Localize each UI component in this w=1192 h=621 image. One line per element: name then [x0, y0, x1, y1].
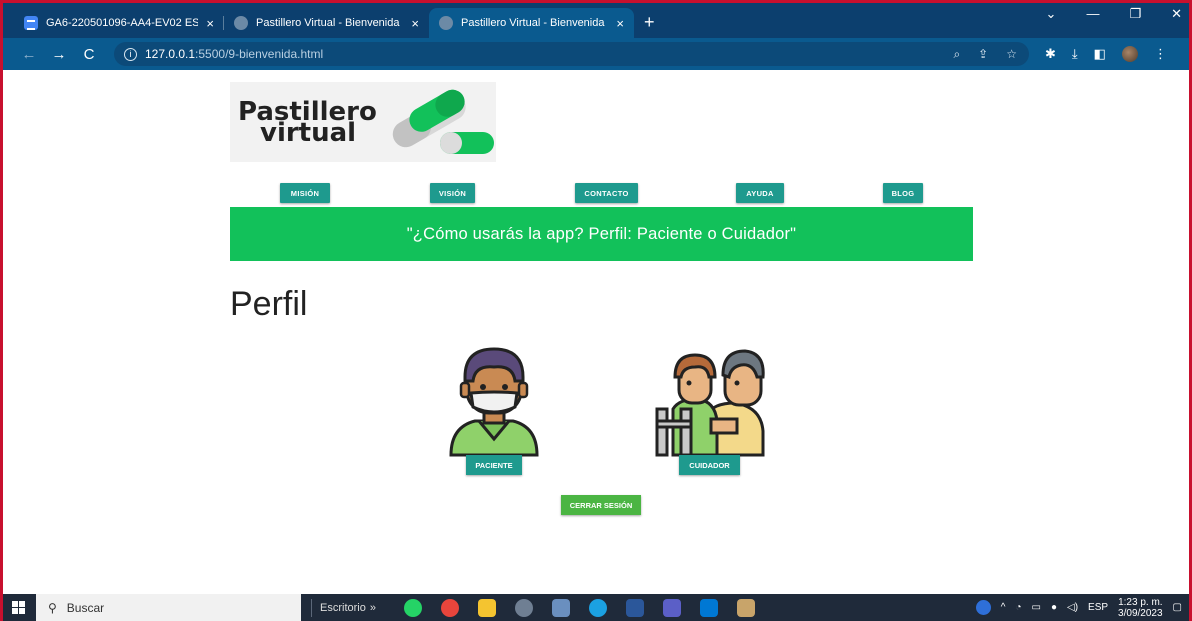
taskbar-search[interactable]: ⚲ Buscar — [36, 594, 301, 621]
docs-icon — [24, 16, 38, 30]
side-panel-icon[interactable]: ◧ — [1094, 46, 1106, 62]
globe-icon — [439, 16, 453, 30]
caregiver-button[interactable]: CUIDADOR — [679, 455, 740, 475]
media-icon[interactable] — [514, 598, 533, 617]
nav-vision[interactable]: VISIÓN — [430, 183, 475, 203]
tab-title: Pastillero Virtual - Bienvenida — [461, 17, 605, 29]
info-icon[interactable]: i — [124, 47, 137, 61]
new-tab-button[interactable]: + — [644, 8, 655, 38]
close-icon[interactable]: × — [206, 16, 214, 31]
paint-icon[interactable] — [736, 598, 755, 617]
tab-pastillero-1[interactable]: Pastillero Virtual - Bienvenida × — [224, 8, 429, 38]
language-indicator[interactable]: ESP — [1088, 602, 1108, 613]
system-tray: ^ ◔ ▭ ● ◁) ESP 1:23 p. m. 3/09/2023 ▢ — [975, 597, 1192, 619]
reload-icon[interactable]: C — [78, 46, 100, 63]
tab-search-icon[interactable]: ⌄ — [1046, 6, 1057, 22]
close-icon[interactable]: × — [411, 16, 419, 31]
back-icon[interactable]: ← — [18, 46, 40, 63]
patient-avatar-icon[interactable] — [447, 347, 541, 457]
question-banner: "¿Cómo usarás la app? Perfil: Paciente o… — [230, 207, 973, 261]
nav-mision[interactable]: MISIÓN — [280, 183, 330, 203]
browser-toolbar: ← → C i 127.0.0.1:5500/9-bienvenida.html… — [0, 38, 1192, 70]
clock-time: 1:23 p. m. — [1118, 596, 1163, 608]
page-title: Perfil — [230, 285, 308, 323]
close-window-icon[interactable]: ✕ — [1171, 6, 1182, 22]
teams-icon[interactable] — [662, 598, 681, 617]
volume-icon[interactable]: ◁) — [1067, 602, 1078, 613]
search-placeholder: Buscar — [66, 600, 105, 615]
globe-icon — [234, 16, 248, 30]
share-icon[interactable]: ⇪ — [978, 47, 988, 62]
profile-avatar[interactable] — [1121, 46, 1138, 62]
logout-button[interactable]: CERRAR SESIÓN — [561, 495, 641, 515]
tab-pastillero-active[interactable]: Pastillero Virtual - Bienvenida × — [429, 8, 634, 38]
url-host: 127.0.0.1 — [145, 47, 196, 61]
word-icon[interactable] — [625, 598, 644, 617]
download-icon[interactable]: ⤓ — [1072, 46, 1078, 62]
nav-blog[interactable]: BLOG — [883, 183, 923, 203]
menu-icon[interactable]: ⋮ — [1154, 46, 1167, 62]
file-explorer-icon[interactable] — [477, 598, 496, 617]
clock-date: 3/09/2023 — [1118, 607, 1163, 619]
taskbar: ⚲ Buscar Escritorio » ^ ◔ ▭ ● ◁) ESP 1:2… — [0, 594, 1192, 621]
notification-icon[interactable]: ▢ — [1173, 602, 1182, 613]
page-content: Pastillero virtual MISIÓN VISIÓN CONTACT… — [0, 70, 1192, 594]
tab-docs[interactable]: GA6-220501096-AA4-EV02 ESTA × — [14, 8, 224, 38]
restore-icon[interactable]: ❐ — [1129, 6, 1141, 22]
help-icon[interactable] — [975, 600, 991, 615]
taskbar-apps — [403, 598, 755, 617]
logo: Pastillero virtual — [230, 82, 496, 162]
whatsapp-icon[interactable] — [403, 598, 422, 617]
clock[interactable]: 1:23 p. m. 3/09/2023 — [1118, 597, 1163, 619]
tab-title: GA6-220501096-AA4-EV02 ESTA — [46, 17, 199, 29]
nav-contacto[interactable]: CONTACTO — [575, 183, 638, 203]
chevron-icon: » — [369, 601, 376, 614]
bookmark-star-icon[interactable]: ☆ — [1006, 47, 1017, 62]
chrome-icon[interactable] — [440, 598, 459, 617]
desktop-toolbar[interactable]: Escritorio » — [311, 598, 376, 617]
search-icon: ⚲ — [48, 600, 57, 615]
url-path: :5500/9-bienvenida.html — [195, 47, 324, 61]
start-button[interactable] — [0, 594, 36, 621]
pills-icon — [392, 89, 494, 154]
logo-wordmark: Pastillero virtual — [238, 99, 377, 146]
caregiver-avatar-icon[interactable] — [653, 347, 767, 457]
tab-strip: GA6-220501096-AA4-EV02 ESTA × Pastillero… — [0, 0, 1192, 38]
patient-button[interactable]: PACIENTE — [466, 455, 522, 475]
vscode-icon[interactable] — [699, 598, 718, 617]
edge-icon[interactable] — [588, 598, 607, 617]
minimize-icon[interactable]: — — [1086, 6, 1099, 22]
desktop-label: Escritorio — [320, 601, 366, 614]
mic-icon[interactable]: ● — [1051, 602, 1057, 613]
nav-ayuda[interactable]: AYUDA — [736, 183, 784, 203]
address-bar[interactable]: i 127.0.0.1:5500/9-bienvenida.html ⌕ ⇪ ☆ — [114, 42, 1029, 66]
notepad-icon[interactable] — [551, 598, 570, 617]
windows-icon — [11, 601, 25, 614]
extensions-icon[interactable]: ✱ — [1045, 46, 1056, 62]
tab-title: Pastillero Virtual - Bienvenida — [256, 17, 400, 29]
forward-icon[interactable]: → — [48, 46, 70, 63]
window-controls: ⌄ — ❐ ✕ — [1046, 6, 1182, 22]
zoom-icon[interactable]: ⌕ — [953, 47, 960, 62]
close-icon[interactable]: × — [616, 16, 624, 31]
battery-icon[interactable]: ▭ — [1032, 602, 1041, 613]
main-nav: MISIÓN VISIÓN CONTACTO AYUDA BLOG — [280, 183, 930, 203]
chevron-up-icon[interactable]: ^ — [1001, 602, 1006, 613]
wifi-icon[interactable]: ◔ — [1015, 602, 1021, 613]
